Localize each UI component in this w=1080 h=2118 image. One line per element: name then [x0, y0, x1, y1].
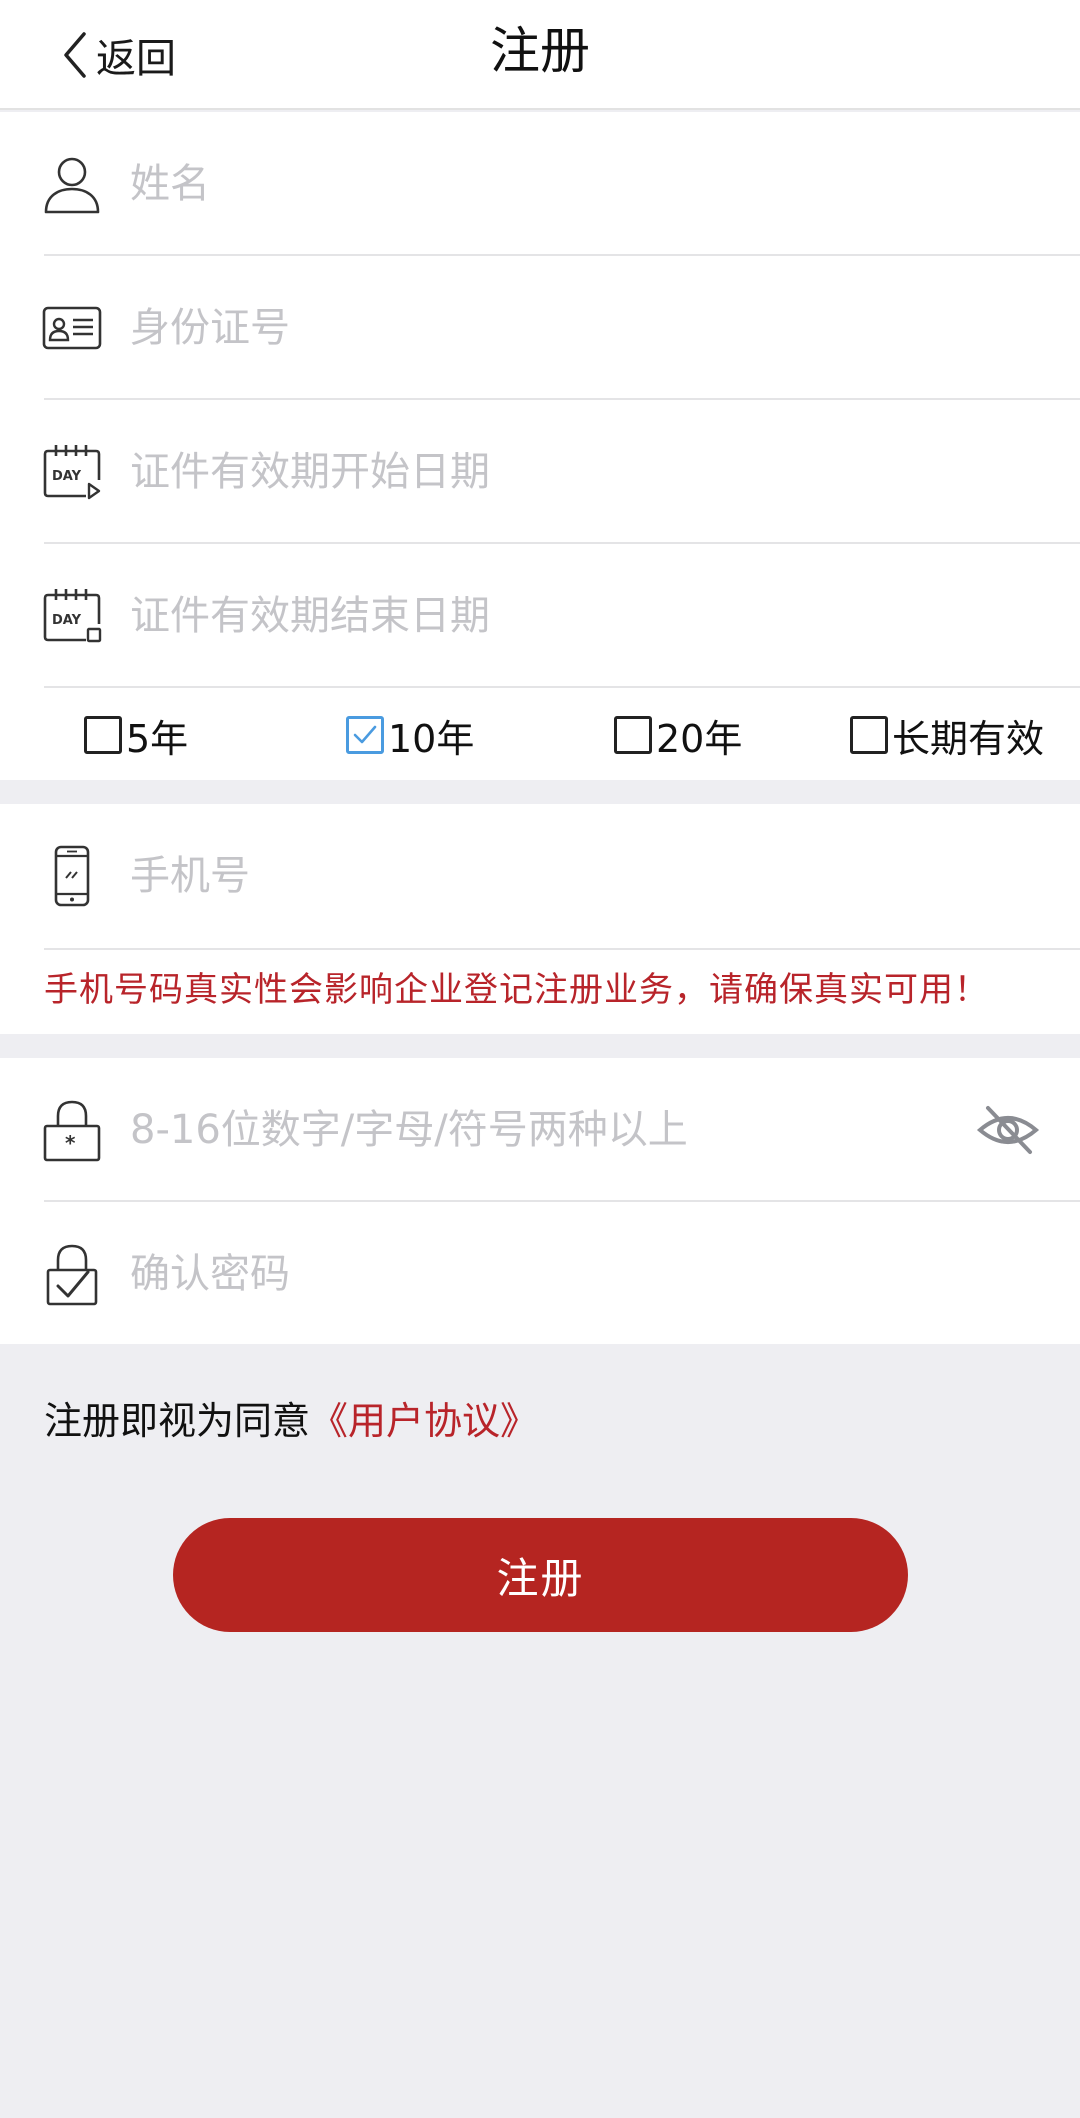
identity-section: DAY DAY — [0, 112, 1080, 780]
agreement-text: 注册即视为同意《用户协议》 — [44, 1390, 538, 1445]
id-row — [0, 256, 1080, 400]
start-date-row: DAY — [0, 400, 1080, 544]
term-label: 长期有效 — [892, 716, 1045, 761]
page-title: 注册 — [490, 22, 590, 80]
register-page: 返回 注册 姓名 身份证号 DAY 证件有效期开始日期 DAY 证件有效期结束日… — [0, 0, 1080, 2118]
user-agreement-link[interactable]: 《用户协议》 — [310, 1399, 538, 1443]
user-icon — [42, 152, 102, 216]
eye-off-icon — [976, 1106, 1040, 1154]
password-section: * — [0, 1058, 1080, 1344]
lock-icon: * — [42, 1098, 102, 1162]
divider — [44, 948, 1080, 950]
term-label: 10年 — [388, 716, 475, 761]
end-date-input[interactable] — [130, 576, 950, 656]
phone-input[interactable] — [130, 836, 950, 916]
term-option-20y[interactable]: 20年 — [614, 710, 743, 761]
checkbox[interactable] — [850, 716, 888, 754]
validity-term-options: 5年 10年 20年 长期有效 — [0, 688, 1080, 780]
term-label: 20年 — [656, 716, 743, 761]
term-option-permanent[interactable]: 长期有效 — [850, 710, 1045, 761]
lock-check-icon — [42, 1242, 102, 1306]
register-button[interactable]: 注册 — [173, 1518, 908, 1632]
agreement-prefix: 注册即视为同意 — [44, 1399, 311, 1443]
checkbox-checked[interactable] — [346, 716, 384, 754]
start-date-input[interactable] — [130, 432, 950, 512]
nav-bar: 返回 注册 — [0, 0, 1080, 110]
checkbox[interactable] — [614, 716, 652, 754]
checkmark-icon — [353, 725, 377, 744]
calendar-day-end-icon: DAY — [42, 584, 102, 648]
id-number-input[interactable] — [130, 288, 950, 368]
checkbox[interactable] — [84, 716, 122, 754]
phone-icon — [42, 844, 102, 908]
name-row — [0, 112, 1080, 256]
password-row: * — [0, 1058, 1080, 1202]
svg-text:DAY: DAY — [52, 469, 82, 484]
term-option-5y[interactable]: 5年 — [84, 710, 189, 761]
confirm-password-input[interactable] — [130, 1234, 950, 1314]
phone-warning-text: 手机号码真实性会影响企业登记注册业务，请确保真实可用！ — [44, 970, 989, 1010]
term-label: 5年 — [126, 716, 189, 761]
name-input[interactable] — [130, 144, 950, 224]
confirm-password-row — [0, 1202, 1080, 1346]
svg-text:DAY: DAY — [52, 613, 82, 628]
term-option-10y[interactable]: 10年 — [346, 710, 475, 761]
calendar-day-start-icon: DAY — [42, 440, 102, 504]
password-input[interactable] — [130, 1090, 930, 1170]
id-card-icon — [42, 296, 102, 360]
end-date-row: DAY — [0, 544, 1080, 688]
phone-section: 手机号码真实性会影响企业登记注册业务，请确保真实可用！ — [0, 804, 1080, 1034]
phone-row — [0, 804, 1080, 948]
svg-text:*: * — [65, 1131, 76, 1155]
toggle-password-visibility[interactable] — [976, 1100, 1040, 1160]
